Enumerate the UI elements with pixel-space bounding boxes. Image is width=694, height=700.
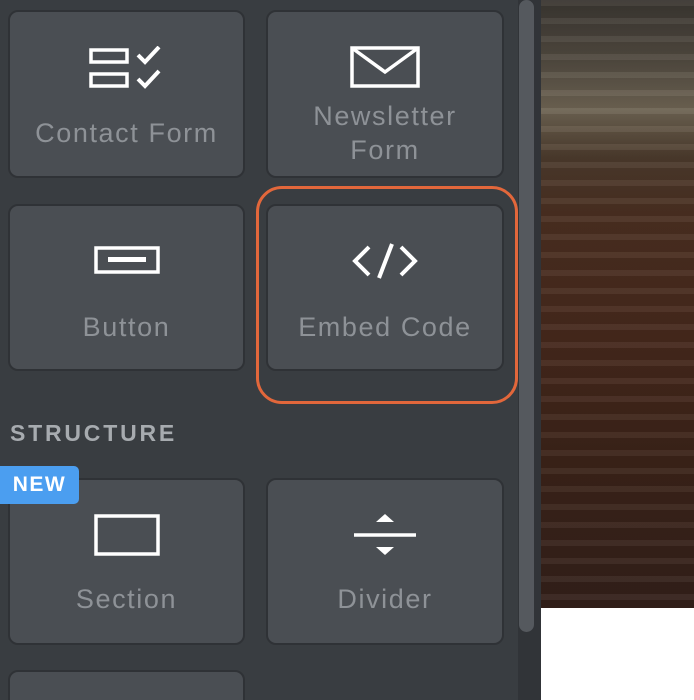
- scrollbar-thumb[interactable]: [519, 0, 534, 632]
- divider-label: Divider: [337, 584, 433, 614]
- divider-icon: [268, 514, 502, 556]
- code-brackets-icon: [268, 242, 502, 280]
- embed-code-label: Embed Code: [298, 312, 472, 342]
- newsletter-form-label-line2: Form: [350, 135, 420, 165]
- element-panel: Contact Form Newsletter Form Button Embe…: [0, 0, 518, 700]
- embed-code-tile[interactable]: Embed Code: [266, 204, 504, 371]
- next-element-tile[interactable]: [8, 670, 245, 700]
- form-checklist-icon: [10, 46, 243, 90]
- button-tile[interactable]: Button: [8, 204, 245, 371]
- site-preview-image: [541, 0, 694, 608]
- contact-form-tile[interactable]: Contact Form: [8, 10, 245, 178]
- newsletter-form-label-line1: Newsletter: [313, 101, 457, 131]
- new-badge: NEW: [0, 466, 79, 504]
- section-rectangle-icon: [10, 514, 243, 556]
- button-label: Button: [82, 312, 171, 342]
- structure-heading: STRUCTURE: [10, 420, 178, 446]
- site-preview-canvas: [541, 608, 694, 700]
- button-icon: [10, 246, 243, 274]
- section-label: Section: [75, 584, 178, 614]
- envelope-icon: [268, 46, 502, 88]
- newsletter-form-tile[interactable]: Newsletter Form: [266, 10, 504, 178]
- divider-tile[interactable]: Divider: [266, 478, 504, 645]
- contact-form-label: Contact Form: [35, 118, 218, 148]
